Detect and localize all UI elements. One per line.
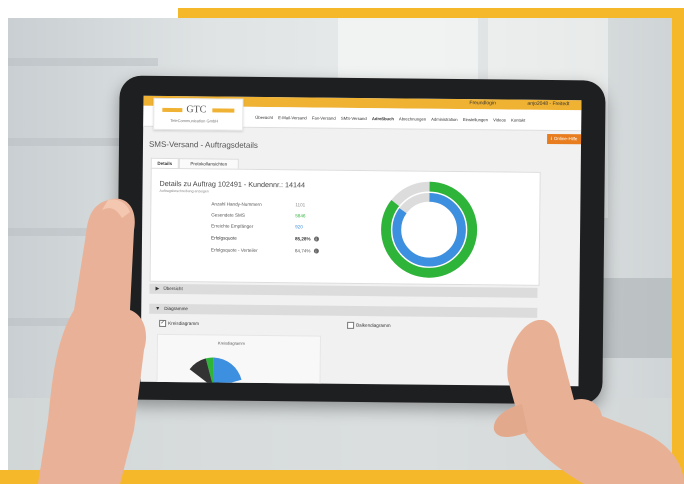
checkbox-label: Balkendiagramm bbox=[356, 322, 391, 329]
success-donut-chart bbox=[381, 181, 478, 278]
online-help-button[interactable]: i Online-Hilfe bbox=[547, 133, 582, 145]
row-label: Gesendete SMS bbox=[211, 212, 245, 218]
right-hand bbox=[493, 320, 684, 484]
row-value: 1101 bbox=[295, 202, 306, 208]
menu-item-fax-versand[interactable]: Fax-Versand bbox=[312, 115, 336, 120]
user-account-link[interactable]: anjo2048 - Freitedt bbox=[527, 101, 569, 107]
pie-slice-blue bbox=[213, 357, 242, 387]
menu-item-adressbuch[interactable]: Adreßbuch bbox=[372, 116, 394, 121]
pie-chart-title: Kreisdiagramm bbox=[217, 340, 245, 346]
row-value: 920 bbox=[295, 224, 303, 230]
login-link[interactable]: Freundlogin bbox=[469, 100, 495, 106]
row-label: Anzahl Handy-Nummern bbox=[211, 201, 262, 207]
row-value: 85,28% i bbox=[294, 236, 319, 242]
menu-item-abrechnungen[interactable]: Abrechnungen bbox=[399, 116, 426, 121]
pie-chart bbox=[189, 357, 242, 387]
menu-item-administration[interactable]: Administration bbox=[431, 117, 458, 122]
section-diagramme[interactable]: ▼ Diagramme bbox=[149, 303, 538, 318]
main-menu: Übersicht E-Mail-Versand Fax-Versand SMS… bbox=[255, 115, 529, 123]
logo-subtitle: TeleCommunication GmbH bbox=[170, 117, 219, 124]
menu-item-kontakt[interactable]: Kontakt bbox=[511, 118, 525, 123]
info-icon[interactable]: i bbox=[313, 236, 319, 242]
row-label: Erreichte Empfänger bbox=[211, 223, 254, 229]
checkbox-balkendiagramm[interactable]: Balkendiagramm bbox=[347, 321, 391, 329]
row-anzahl-handy: Anzahl Handy-Nummern 1101 bbox=[211, 201, 305, 207]
row-label: Erfolgsquote bbox=[210, 235, 237, 241]
row-value: 84,74% i bbox=[295, 248, 319, 254]
page-title: SMS-Versand - Auftragsdetails bbox=[148, 139, 258, 150]
company-logo[interactable]: GTC TeleCommunication GmbH bbox=[153, 97, 244, 131]
menu-item-uebersicht[interactable]: Übersicht bbox=[255, 115, 273, 120]
left-hand bbox=[38, 198, 147, 484]
row-erreichte-empfaenger: Erreichte Empfänger 920 bbox=[211, 223, 303, 229]
empty-checkbox-icon bbox=[347, 321, 355, 329]
online-help-label: Online-Hilfe bbox=[553, 136, 578, 142]
info-icon[interactable]: i bbox=[313, 248, 319, 254]
details-title: Details zu Auftrag 102491 - Kundennr.: 1… bbox=[159, 178, 306, 190]
menu-item-email-versand[interactable]: E-Mail-Versand bbox=[278, 115, 307, 120]
row-label: Erfolgsquote - Verteiler bbox=[210, 247, 258, 253]
section-uebersicht[interactable]: ▶ Übersicht bbox=[149, 283, 538, 298]
info-icon: i bbox=[550, 135, 552, 141]
menu-item-einstellungen[interactable]: Einstellungen bbox=[463, 117, 488, 122]
menu-item-sms-versand[interactable]: SMS-Versand bbox=[341, 116, 367, 121]
details-panel: Details zu Auftrag 102491 - Kundennr.: 1… bbox=[149, 167, 541, 286]
row-erfolgsquote: Erfolgsquote 85,28% i bbox=[210, 235, 319, 242]
row-gesendete-sms: Gesendete SMS 5846 bbox=[211, 212, 305, 218]
menu-item-videos[interactable]: Videos bbox=[493, 117, 506, 122]
row-value: 5846 bbox=[295, 213, 306, 219]
logo-text: GTC bbox=[186, 104, 207, 116]
row-erfolgsquote-verteiler: Erfolgsquote - Verteiler 84,74% i bbox=[210, 247, 319, 254]
